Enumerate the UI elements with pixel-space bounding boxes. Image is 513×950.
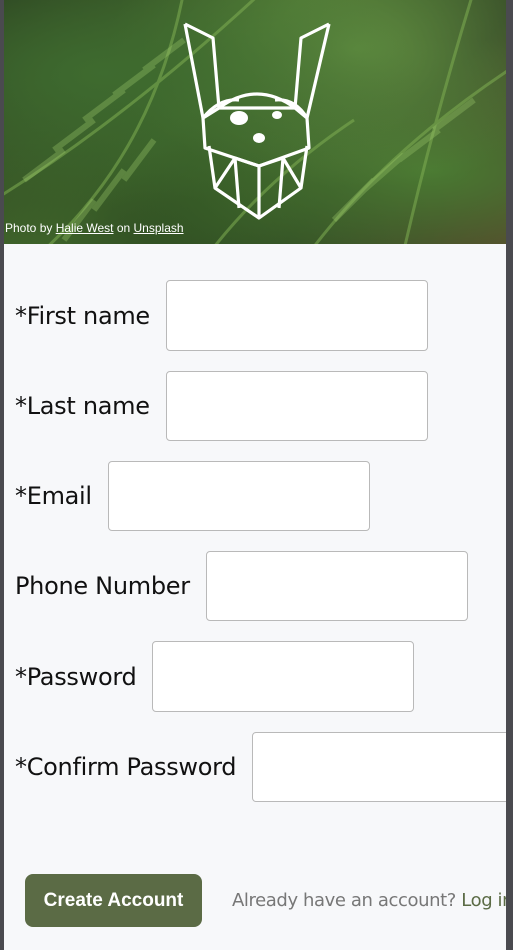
- email-row: *Email: [15, 461, 370, 531]
- last-name-row: *Last name: [15, 371, 428, 441]
- hero-banner: Photo by Halie West on Unsplash: [4, 0, 506, 244]
- credit-middle: on: [113, 221, 134, 235]
- confirm-password-input[interactable]: [252, 732, 506, 802]
- credit-prefix: Photo by: [5, 221, 56, 235]
- login-prompt: Already have an account? Log in.: [232, 890, 506, 911]
- login-prompt-text: Already have an account?: [232, 890, 456, 911]
- unsplash-link[interactable]: Unsplash: [134, 221, 184, 235]
- confirm-password-row: *Confirm Password: [15, 732, 506, 802]
- create-account-button[interactable]: Create Account: [25, 874, 202, 927]
- signup-page: Photo by Halie West on Unsplash *First n…: [4, 0, 506, 950]
- first-name-row: *First name: [15, 280, 428, 351]
- photographer-link[interactable]: Halie West: [56, 221, 114, 235]
- last-name-label: *Last name: [15, 392, 150, 420]
- first-name-label: *First name: [15, 301, 150, 330]
- email-input[interactable]: [107, 461, 370, 531]
- phone-label: Phone Number: [15, 572, 190, 600]
- password-label: *Password: [15, 662, 137, 691]
- viking-head-logo-icon: [183, 22, 331, 220]
- password-row: *Password: [15, 641, 415, 712]
- last-name-input[interactable]: [165, 371, 428, 441]
- first-name-input[interactable]: [165, 280, 428, 351]
- phone-input[interactable]: [205, 551, 468, 621]
- confirm-password-label: *Confirm Password: [15, 753, 237, 781]
- email-label: *Email: [15, 482, 92, 510]
- photo-credit: Photo by Halie West on Unsplash: [5, 221, 184, 235]
- login-link[interactable]: Log in: [461, 890, 506, 911]
- password-input[interactable]: [152, 641, 415, 712]
- phone-row: Phone Number: [15, 551, 468, 621]
